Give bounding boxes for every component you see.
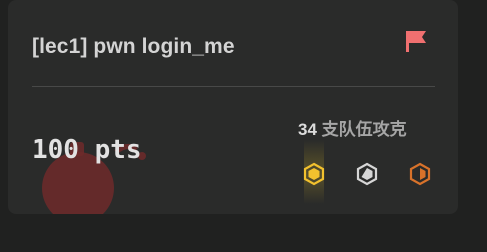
solves-summary: 34 支队伍攻克 [298,118,407,142]
flag-icon [406,31,426,52]
challenge-title: [lec1] pwn login_me [32,35,235,58]
silver-badge-icon[interactable] [356,162,378,186]
challenge-card[interactable]: [lec1] pwn login_me 100 pts 34 支队伍攻克 [8,0,458,214]
gold-badge-icon[interactable] [303,162,325,186]
divider [32,86,435,87]
solves-count: 34 [298,120,317,139]
bronze-badge-icon[interactable] [409,162,431,186]
points-value: 100 pts [32,135,142,165]
solves-label: 支队伍攻克 [321,120,407,139]
